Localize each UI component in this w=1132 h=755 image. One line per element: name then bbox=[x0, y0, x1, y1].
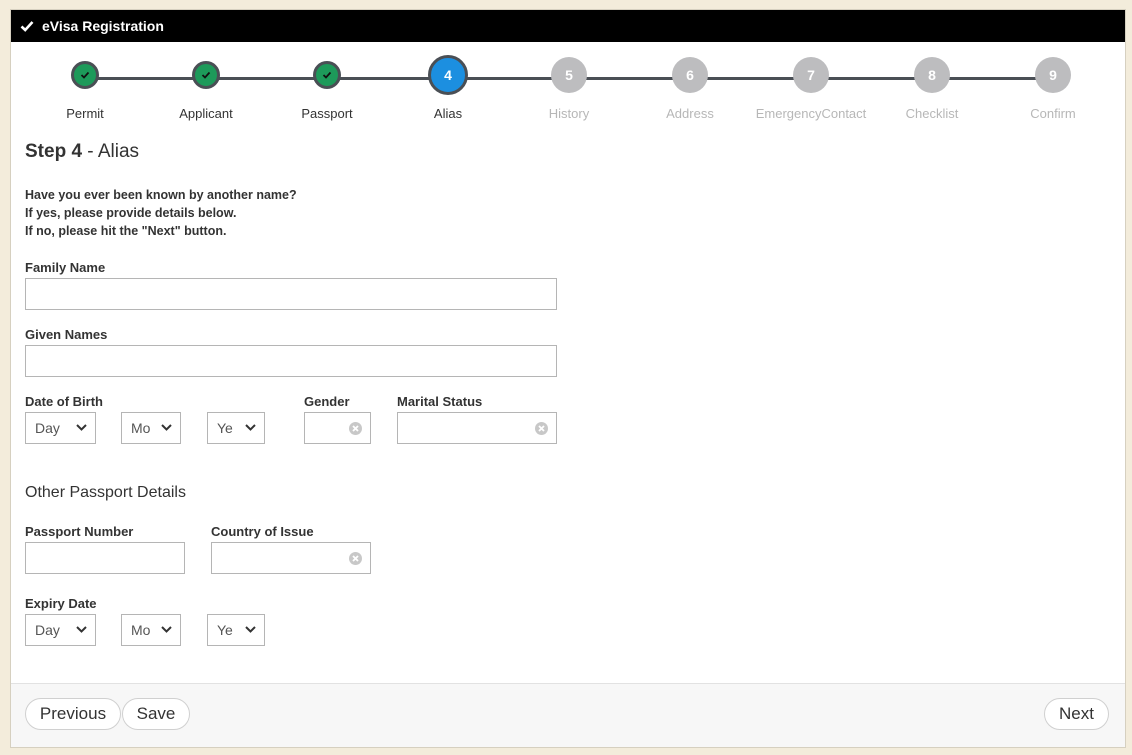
select-value: Mo bbox=[131, 622, 151, 638]
marital-status-select[interactable] bbox=[397, 412, 557, 444]
page-title: Step 4 - Alias bbox=[25, 141, 139, 163]
other-passport-title: Other Passport Details bbox=[25, 484, 186, 501]
dob-day-select[interactable]: Day bbox=[25, 412, 96, 444]
step-number: 4 bbox=[428, 55, 468, 95]
checkmark-icon bbox=[20, 19, 34, 33]
completed-check-icon bbox=[192, 61, 220, 89]
chevron-down-icon bbox=[161, 626, 172, 633]
clear-icon[interactable] bbox=[349, 552, 362, 565]
family-name-input[interactable] bbox=[25, 278, 557, 310]
dob-label: Date of Birth bbox=[25, 394, 103, 409]
dob-month-select[interactable]: Mo bbox=[121, 412, 181, 444]
given-names-input[interactable] bbox=[25, 345, 557, 377]
step-label: EmergencyContact bbox=[755, 106, 867, 121]
country-of-issue-label: Country of Issue bbox=[211, 524, 314, 539]
gender-select[interactable] bbox=[304, 412, 371, 444]
passport-number-input[interactable] bbox=[25, 542, 185, 574]
intro-line: If no, please hit the "Next" button. bbox=[25, 224, 227, 238]
step-label: Applicant bbox=[179, 106, 233, 121]
completed-check-icon bbox=[71, 61, 99, 89]
next-button[interactable]: Next bbox=[1044, 698, 1109, 730]
chevron-down-icon bbox=[76, 626, 87, 633]
completed-check-icon bbox=[313, 61, 341, 89]
expiry-year-select[interactable]: Ye bbox=[207, 614, 265, 646]
step-number: 9 bbox=[1035, 57, 1071, 93]
step-label: History bbox=[548, 106, 590, 121]
expiry-day-select[interactable]: Day bbox=[25, 614, 96, 646]
marital-status-label: Marital Status bbox=[397, 394, 483, 409]
select-value: Day bbox=[35, 420, 60, 436]
intro-text: Have you ever been known by another name… bbox=[25, 186, 297, 240]
select-value: Ye bbox=[217, 622, 233, 638]
intro-line: If yes, please provide details below. bbox=[25, 206, 237, 220]
chevron-down-icon bbox=[245, 626, 256, 633]
intro-line: Have you ever been known by another name… bbox=[25, 188, 297, 202]
step-number: 5 bbox=[551, 57, 587, 93]
step-number: 6 bbox=[672, 57, 708, 93]
passport-number-label: Passport Number bbox=[25, 524, 134, 539]
save-button[interactable]: Save bbox=[122, 698, 190, 730]
clear-icon[interactable] bbox=[349, 422, 362, 435]
select-value: Mo bbox=[131, 420, 151, 436]
step-number: 8 bbox=[914, 57, 950, 93]
chevron-down-icon bbox=[245, 424, 256, 431]
step-label: Passport bbox=[301, 106, 353, 121]
step-label: Address bbox=[666, 106, 714, 121]
given-names-label: Given Names bbox=[25, 327, 108, 342]
app-title: eVisa Registration bbox=[42, 18, 164, 34]
step-subtitle: - Alias bbox=[82, 141, 140, 162]
chevron-down-icon bbox=[161, 424, 172, 431]
step-label: Permit bbox=[66, 106, 104, 121]
step-label: Checklist bbox=[905, 106, 959, 121]
expiry-date-label: Expiry Date bbox=[25, 596, 97, 611]
progress-stepper: Permit Applicant Passport 4 Alias 5 Hist… bbox=[11, 42, 1125, 132]
select-value: Ye bbox=[217, 420, 233, 436]
expiry-month-select[interactable]: Mo bbox=[121, 614, 181, 646]
dob-year-select[interactable]: Ye bbox=[207, 412, 265, 444]
step-title: Step 4 bbox=[25, 141, 83, 162]
title-bar: eVisa Registration bbox=[11, 10, 1125, 42]
step-number: 7 bbox=[793, 57, 829, 93]
form-footer: Previous Save Next bbox=[11, 683, 1125, 747]
family-name-label: Family Name bbox=[25, 260, 106, 275]
previous-button[interactable]: Previous bbox=[25, 698, 121, 730]
registration-panel: eVisa Registration Permit Applicant Pass… bbox=[10, 9, 1126, 748]
select-value: Day bbox=[35, 622, 60, 638]
country-of-issue-select[interactable] bbox=[211, 542, 371, 574]
step-label: Confirm bbox=[1030, 106, 1076, 121]
clear-icon[interactable] bbox=[535, 422, 548, 435]
chevron-down-icon bbox=[76, 424, 87, 431]
step-label: Alias bbox=[433, 106, 463, 121]
gender-label: Gender bbox=[304, 394, 350, 409]
